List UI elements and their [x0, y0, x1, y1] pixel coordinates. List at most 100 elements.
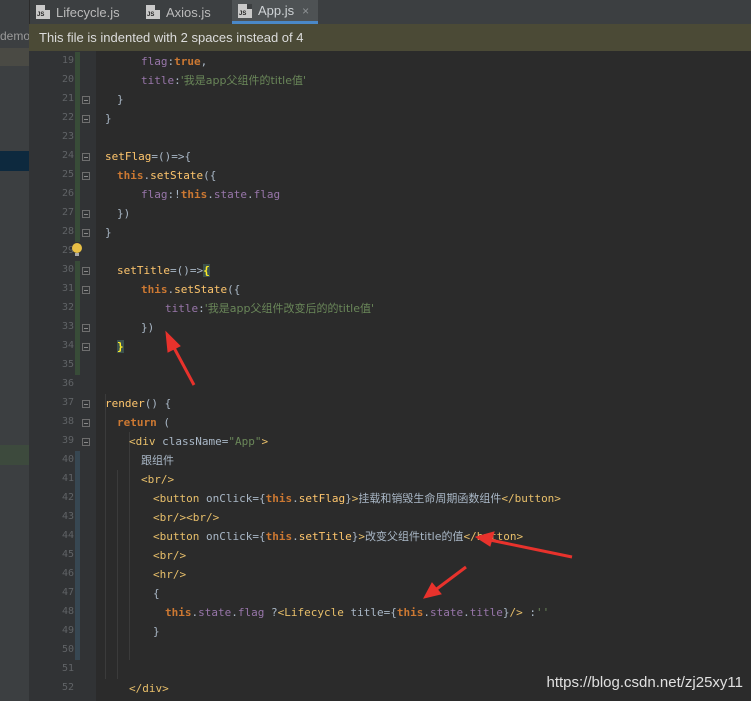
line-number: 26 — [61, 188, 74, 199]
fold-toggle-icon[interactable] — [82, 438, 90, 446]
fold-toggle-icon[interactable] — [82, 400, 90, 408]
fold-toggle-icon[interactable] — [82, 286, 90, 294]
line-number: 31 — [61, 283, 74, 294]
code-token: <Lifecycle — [277, 606, 351, 619]
code-token: } — [117, 340, 124, 353]
fold-toggle-icon[interactable] — [82, 115, 90, 123]
line-number: 48 — [61, 606, 74, 617]
code-line: render() { — [105, 394, 171, 413]
code-token: <br/> — [141, 473, 175, 486]
code-line: } — [153, 622, 160, 641]
code-token: > — [358, 530, 365, 543]
code-token: <br/> — [153, 549, 187, 562]
project-label: demo — [0, 29, 29, 43]
line-number: 34 — [61, 340, 74, 351]
tab-axios-js[interactable]: JS Axios.js — [146, 0, 230, 24]
fold-toggle-icon[interactable] — [82, 153, 90, 161]
code-token: </button> — [463, 530, 524, 543]
code-token: . — [247, 188, 254, 201]
code-token: ={ — [252, 492, 266, 505]
editor-tab-bar: JS Lifecycle.js JS Axios.js JS App.js × — [0, 0, 751, 24]
code-token: ({ — [227, 283, 241, 296]
code-token: flag — [237, 606, 265, 619]
code-line: <br/> — [141, 470, 174, 489]
editor-gutter: 19 20 21 22 23 24 25 26 27 28 29 30 31 32 33 34 35 36 37 38… — [29, 51, 96, 701]
code-token: title — [469, 606, 503, 619]
code-token: . — [231, 606, 238, 619]
line-number: 30 — [61, 264, 74, 275]
code-token: 跟组件 — [141, 454, 174, 467]
code-line: return ( — [117, 413, 170, 432]
line-number: 50 — [61, 644, 74, 655]
code-line: } — [117, 337, 124, 356]
line-number: 38 — [61, 416, 74, 427]
line-number: 47 — [61, 587, 74, 598]
project-sidebar: demo — [0, 24, 29, 701]
code-token: title — [141, 74, 175, 87]
fold-toggle-icon[interactable] — [82, 172, 90, 180]
code-line: </div> — [129, 679, 169, 698]
sidebar-row-selected — [0, 151, 29, 171]
code-line: this.setState({ — [117, 166, 216, 185]
code-line: }) — [117, 204, 130, 223]
code-token: }) — [141, 321, 155, 334]
line-number: 52 — [61, 682, 74, 693]
code-token: . — [292, 492, 299, 505]
code-token: '我是app父组件的title值' — [180, 74, 307, 87]
line-number: 49 — [61, 625, 74, 636]
code-token: true — [174, 55, 201, 68]
fold-toggle-icon[interactable] — [82, 267, 90, 275]
code-token: > — [261, 435, 269, 448]
line-number: 19 — [61, 55, 74, 66]
line-number: 29 — [61, 245, 74, 256]
code-token: { — [203, 264, 210, 277]
code-line: flag:true, — [141, 52, 207, 71]
code-token: . — [207, 188, 214, 201]
line-number: 46 — [61, 568, 74, 579]
code-line: <button onClick={this.setFlag}>挂载和销毁生命周期… — [153, 489, 561, 508]
code-line: this.setState({ — [141, 280, 240, 299]
code-token: title — [350, 606, 384, 619]
tab-lifecycle-js[interactable]: JS Lifecycle.js — [36, 0, 140, 24]
code-token: }) — [117, 207, 131, 220]
indent-guide — [129, 432, 130, 660]
code-token: this — [396, 606, 424, 619]
code-line: title:'我是app父组件的title值' — [141, 71, 306, 90]
code-line: 跟组件 — [141, 451, 174, 470]
code-token: { — [153, 587, 160, 600]
line-number: 45 — [61, 549, 74, 560]
fold-toggle-icon[interactable] — [82, 419, 90, 427]
fold-toggle-icon[interactable] — [82, 324, 90, 332]
fold-toggle-icon[interactable] — [82, 343, 90, 351]
code-editor[interactable]: flag:true, title:'我是app父组件的title值'}} setFl… — [96, 51, 751, 701]
fold-toggle-icon[interactable] — [82, 210, 90, 218]
code-token: setTitle — [298, 530, 352, 543]
code-line: <button onClick={this.setTitle}>改变父组件tit… — [153, 527, 523, 546]
fold-toggle-icon[interactable] — [82, 229, 90, 237]
code-token: onClick — [205, 530, 253, 543]
code-token: ? — [264, 606, 278, 619]
line-number: 28 — [61, 226, 74, 237]
code-token: flag — [141, 188, 168, 201]
tab-label: App.js — [258, 3, 295, 18]
code-token: state — [198, 606, 232, 619]
line-number: 25 — [61, 169, 74, 180]
code-line: title:'我是app父组件改变后的的title值' — [165, 299, 374, 318]
code-token: this — [180, 188, 208, 201]
intention-bulb-icon[interactable] — [72, 243, 82, 256]
tab-app-js[interactable]: JS App.js × — [232, 0, 318, 24]
line-number: 39 — [61, 435, 74, 446]
code-line: flag:!this.state.flag — [141, 185, 280, 204]
line-number: 35 — [61, 359, 74, 370]
code-token: <button — [153, 530, 206, 543]
code-line: }) — [141, 318, 154, 337]
close-tab-icon[interactable]: × — [302, 4, 309, 18]
code-token: . — [423, 606, 430, 619]
fold-toggle-icon[interactable] — [82, 96, 90, 104]
code-token: ={ — [383, 606, 397, 619]
js-file-icon: JS — [238, 3, 252, 18]
code-token: '我是app父组件改变后的的title值' — [204, 302, 375, 315]
line-number: 40 — [61, 454, 74, 465]
code-token: this — [265, 492, 293, 505]
code-token: . — [463, 606, 470, 619]
